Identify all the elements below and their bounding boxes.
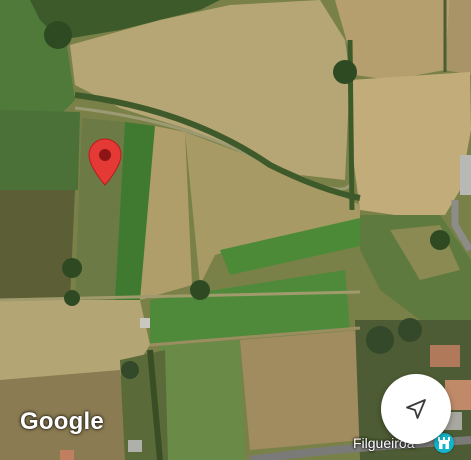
navigation-arrow-icon — [406, 399, 426, 419]
location-pin-icon[interactable] — [88, 138, 122, 186]
satellite-map[interactable]: Google Filgueiroa — [0, 0, 471, 460]
my-location-button[interactable] — [381, 374, 451, 444]
google-attribution-logo: Google — [20, 408, 104, 435]
